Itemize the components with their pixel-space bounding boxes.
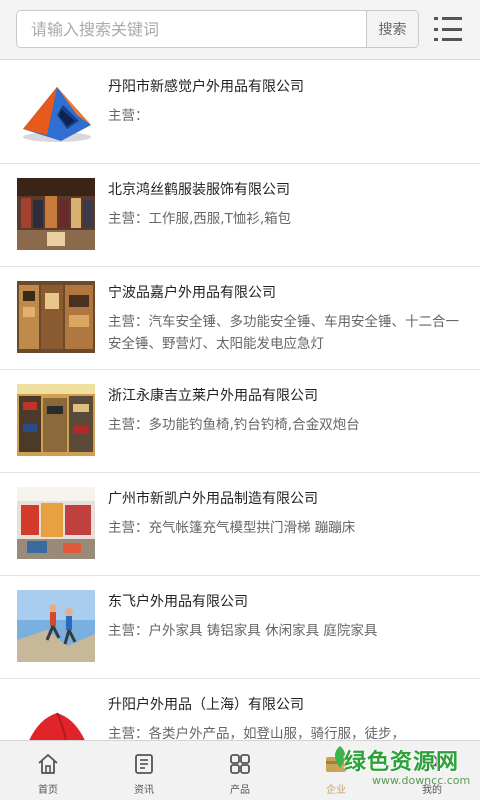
search-button[interactable]: 搜索 (366, 11, 418, 47)
company-list: 丹阳市新感觉户外用品有限公司 主营： 北京鸿丝鹤服装服饰有限公司 主营：工作服,… (0, 61, 480, 740)
company-main-business: 主营： (108, 108, 149, 124)
menu-icon[interactable] (434, 14, 468, 44)
list-item[interactable]: 升阳户外用品（上海）有限公司 主营：各类户外产品，如登山服，骑行服，徒步， (0, 679, 480, 740)
search-input[interactable] (17, 11, 367, 47)
tent-image (17, 75, 95, 147)
news-icon (131, 751, 157, 777)
store-image (17, 384, 95, 456)
watermark: 绿色资源网 www.downcc.com (335, 744, 472, 796)
list-item[interactable]: 浙江永康吉立莱户外用品有限公司 主营：多功能钓鱼椅,钓台钓椅,合金双炮台 (0, 370, 480, 473)
company-name: 北京鸿丝鹤服装服饰有限公司 (108, 182, 290, 198)
company-name: 东飞户外用品有限公司 (108, 594, 248, 610)
list-item[interactable]: 广州市新凯户外用品制造有限公司 主营：充气帐篷充气模型拱门滑梯 蹦蹦床 (0, 473, 480, 576)
watermark-title: 绿色资源网 (344, 750, 460, 775)
company-main-business: 主营：充气帐篷充气模型拱门滑梯 蹦蹦床 (108, 520, 356, 536)
list-item[interactable]: 丹阳市新感觉户外用品有限公司 主营： (0, 61, 480, 164)
list-item[interactable]: 北京鸿丝鹤服装服饰有限公司 主营：工作服,西服,T恤衫,箱包 (0, 164, 480, 267)
company-name: 浙江永康吉立莱户外用品有限公司 (108, 388, 318, 404)
list-item[interactable]: 东飞户外用品有限公司 主营：户外家具 铸铝家具 休闲家具 庭院家具 (0, 576, 480, 679)
company-main-business: 主营：各类户外产品，如登山服，骑行服，徒步， (108, 726, 405, 740)
company-main-business: 主营：户外家具 铸铝家具 休闲家具 庭院家具 (108, 623, 378, 639)
nav-home[interactable]: 首页 (0, 741, 96, 800)
home-icon (35, 751, 61, 777)
nav-label: 首页 (38, 785, 58, 796)
nav-label: 产品 (230, 785, 250, 796)
nav-label: 资讯 (134, 785, 154, 796)
company-name: 丹阳市新感觉户外用品有限公司 (108, 79, 304, 95)
nav-products[interactable]: 产品 (192, 741, 288, 800)
store-image (17, 178, 95, 250)
tent-image (17, 693, 95, 740)
company-main-business: 主营：多功能钓鱼椅,钓台钓椅,合金双炮台 (108, 417, 360, 433)
grid-icon (227, 751, 253, 777)
list-item[interactable]: 宁波品嘉户外用品有限公司 主营：汽车安全锤、多功能安全锤、车用安全锤、十二合一安… (0, 267, 480, 370)
nav-news[interactable]: 资讯 (96, 741, 192, 800)
header: 搜索 (0, 0, 480, 60)
company-name: 升阳户外用品（上海）有限公司 (108, 697, 304, 713)
store-image (17, 487, 95, 559)
company-main-business: 主营：工作服,西服,T恤衫,箱包 (108, 211, 292, 227)
hiking-image (17, 590, 95, 662)
search-box: 搜索 (16, 10, 419, 48)
store-image (17, 281, 95, 353)
company-name: 广州市新凯户外用品制造有限公司 (108, 491, 318, 507)
watermark-url: www.downcc.com (372, 774, 471, 787)
company-name: 宁波品嘉户外用品有限公司 (108, 285, 276, 301)
company-main-business: 主营：汽车安全锤、多功能安全锤、车用安全锤、十二合一安全锤、野营灯、太阳能发电应… (108, 314, 459, 352)
